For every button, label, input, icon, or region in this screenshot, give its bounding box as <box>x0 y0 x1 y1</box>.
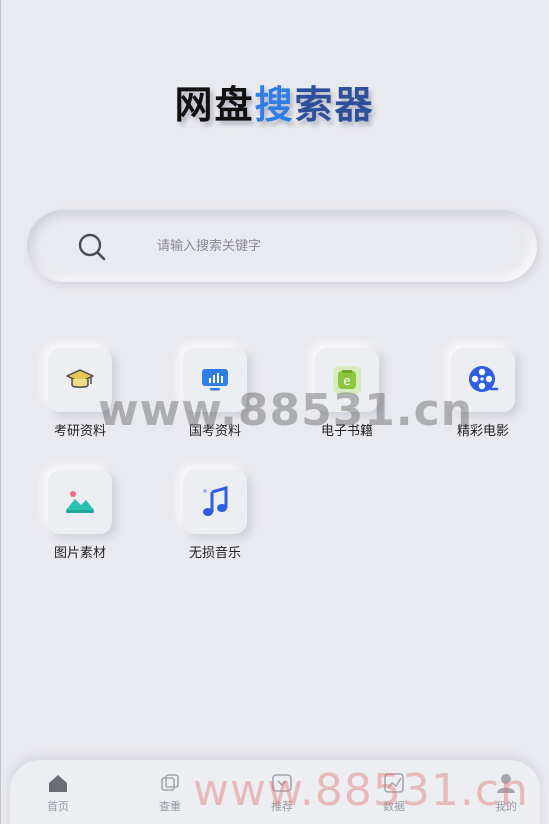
copy-check-icon <box>161 774 179 791</box>
tab-chachong[interactable]: 查重 <box>140 772 200 814</box>
tab-label: 首页 <box>47 800 69 813</box>
app-title-part-2: 搜 <box>254 83 295 127</box>
tab-home[interactable]: 首页 <box>28 772 88 814</box>
tab-label: 查重 <box>159 800 181 813</box>
watermark-bottom: www.88531.cn <box>193 765 529 816</box>
app-title-part-1: 网盘 <box>174 83 255 127</box>
home-icon <box>49 775 67 792</box>
search-input[interactable] <box>157 234 497 258</box>
search-icon[interactable] <box>77 232 107 262</box>
category-tile[interactable] <box>48 470 112 534</box>
app-title: 网盘搜索器 <box>0 74 549 129</box>
category-images[interactable]: 图片素材 <box>35 470 125 561</box>
category-label: 图片素材 <box>53 546 106 561</box>
category-label: 无损音乐 <box>188 546 241 561</box>
search-bar[interactable] <box>27 210 537 282</box>
category-music[interactable]: 无损音乐 <box>170 470 260 561</box>
app-title-part-3: 索器 <box>294 83 375 127</box>
music-note-icon <box>203 486 228 516</box>
graduation-cap-icon <box>66 369 94 388</box>
category-tile[interactable] <box>183 470 247 534</box>
watermark: www.88531.cn <box>98 385 474 436</box>
image-icon <box>66 491 94 513</box>
